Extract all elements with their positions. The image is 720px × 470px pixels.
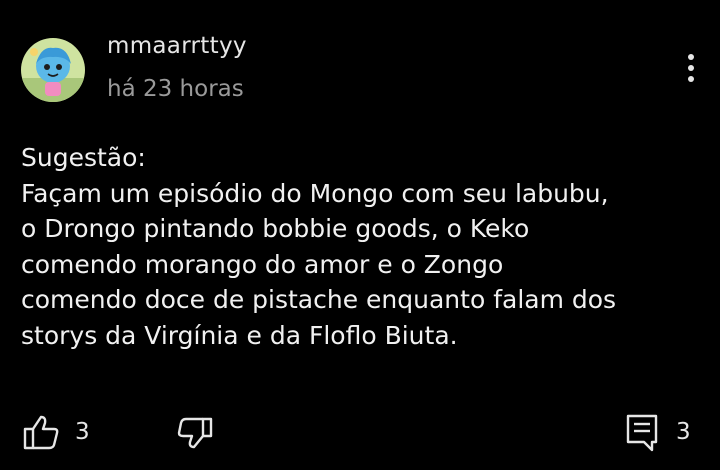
comment-icon (626, 414, 658, 452)
comment-line: Sugestão: (21, 143, 146, 172)
thumbs-up-icon (23, 415, 59, 450)
comment-line: storys da Virgínia e da Floflo Biuta. (21, 320, 458, 350)
reply-button[interactable] (622, 412, 662, 452)
more-options-button[interactable] (676, 48, 706, 88)
dislike-button[interactable] (176, 412, 218, 452)
comment-timestamp: há 23 horas (107, 76, 244, 102)
comment-text: Sugestão: Façam um episódio do Mongo com… (21, 140, 701, 353)
more-vertical-icon (688, 54, 694, 82)
comment-author[interactable]: mmaarrttyy (107, 33, 247, 59)
reply-count: 3 (676, 419, 691, 445)
comment-line: Façam um episódio do Mongo com seu labub… (21, 178, 609, 208)
like-count: 3 (75, 419, 90, 445)
comment-line: comendo morango do amor e o Zongo (21, 249, 504, 279)
comment-line: o Drongo pintando bobbie goods, o Keko (21, 214, 530, 243)
comment-line: comendo doce de pistache enquanto falam … (21, 285, 617, 314)
like-button[interactable] (20, 412, 62, 452)
avatar-image (21, 38, 85, 102)
thumbs-down-icon (177, 417, 213, 449)
avatar[interactable] (21, 38, 85, 102)
